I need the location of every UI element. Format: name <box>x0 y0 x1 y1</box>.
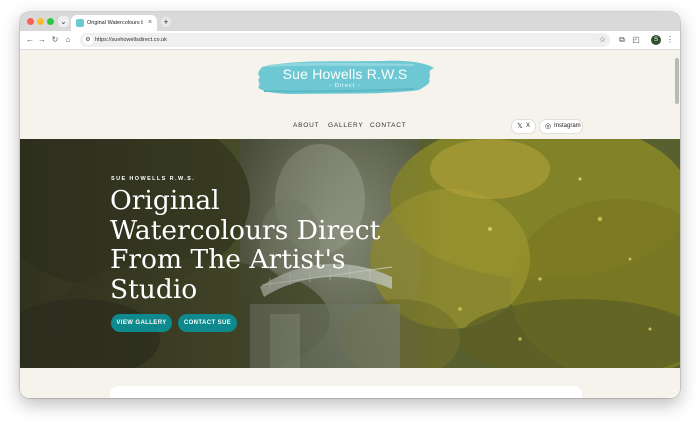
new-tab-button[interactable]: + <box>161 17 171 27</box>
tab-title: Original Watercolours by Sue <box>87 20 143 26</box>
menu-kebab-icon[interactable]: ⋮ <box>665 35 675 45</box>
url-text[interactable]: https://suehowellsdirect.co.uk <box>95 36 167 44</box>
content-card <box>110 386 582 398</box>
address-bar[interactable]: ⚙ https://suehowellsdirect.co.uk ☆ <box>80 33 610 47</box>
logo-title: Sue Howells R.W.S <box>282 66 408 82</box>
hero-headline: Original Watercolours Direct From The Ar… <box>110 186 400 304</box>
tab-strip: ⌄ Original Watercolours by Sue × + <box>20 12 680 31</box>
x-social-button[interactable]: 𝕏 X <box>511 119 536 134</box>
page-scrollbar[interactable] <box>675 58 679 104</box>
x-logo-icon: 𝕏 <box>517 123 523 130</box>
instagram-social-button[interactable]: ◎ Instagram <box>539 119 583 134</box>
browser-window: ⌄ Original Watercolours by Sue × + ← → ↻… <box>20 12 680 398</box>
x-social-label: X <box>526 123 531 129</box>
bookmark-star-icon[interactable]: ☆ <box>599 35 606 45</box>
site-info-icon[interactable]: ⚙ <box>83 35 93 45</box>
extension-icon[interactable]: ⧉ <box>617 35 627 45</box>
back-arrow-icon[interactable]: ← <box>25 35 35 45</box>
hero-headline-line: Studio <box>110 273 198 305</box>
hero-headline-line: Original <box>110 185 220 216</box>
site-logo[interactable]: Sue Howells R.W.S - Direct - <box>254 57 436 97</box>
nav-about-link[interactable]: ABOUT <box>293 122 319 130</box>
profile-avatar[interactable]: S <box>651 35 661 45</box>
nav-contact-link[interactable]: CONTACT <box>370 122 407 130</box>
nav-gallery-link[interactable]: GALLERY <box>328 122 363 130</box>
tab-search-icon[interactable]: ⌄ <box>58 16 69 27</box>
instagram-social-label: Instagram <box>554 123 581 129</box>
instagram-icon: ◎ <box>545 123 552 130</box>
minimize-window-button[interactable] <box>37 18 44 25</box>
hero-section: SUE HOWELLS R.W.S. Original Watercolours… <box>20 139 680 368</box>
hero-headline-line: From The Artist's <box>110 244 346 275</box>
contact-sue-button[interactable]: CONTACT SUE <box>178 314 237 332</box>
tab-close-icon[interactable]: × <box>148 18 152 27</box>
home-icon[interactable]: ⌂ <box>63 35 73 45</box>
maximize-window-button[interactable] <box>47 18 54 25</box>
hero-eyebrow: SUE HOWELLS R.W.S. <box>111 176 196 182</box>
browser-toolbar: ← → ↻ ⌂ ⚙ https://suehowellsdirect.co.uk… <box>20 31 680 50</box>
hero-headline-line: Watercolours Direct <box>110 214 381 246</box>
active-tab[interactable]: Original Watercolours by Sue × <box>71 15 157 31</box>
logo-subtitle: - Direct - <box>329 83 361 89</box>
puzzle-extensions-icon[interactable]: ◰ <box>631 35 641 45</box>
forward-arrow-icon[interactable]: → <box>37 35 47 45</box>
close-window-button[interactable] <box>27 18 34 25</box>
web-page: Sue Howells R.W.S - Direct - ABOUT GALLE… <box>20 50 680 398</box>
site-favicon-icon <box>76 19 84 27</box>
view-gallery-button[interactable]: VIEW GALLERY <box>111 314 172 332</box>
reload-icon[interactable]: ↻ <box>50 35 60 45</box>
